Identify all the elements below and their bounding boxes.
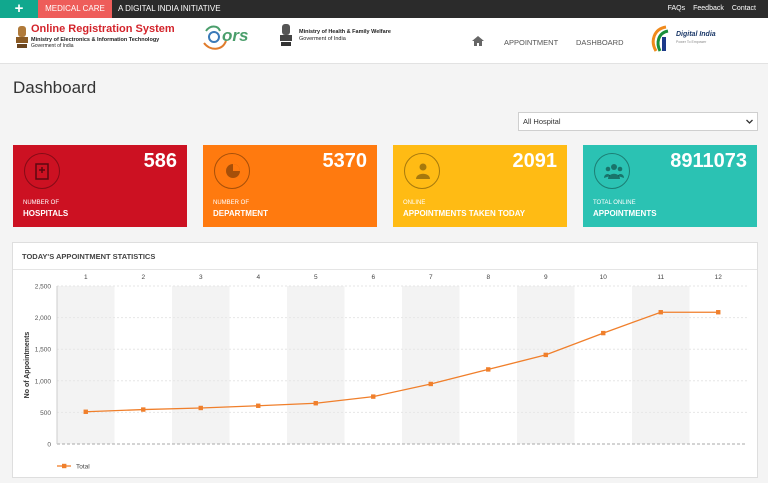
medical-care-label[interactable]: MEDICAL CARE [38, 0, 112, 18]
department-label: DEPARTMENT [213, 209, 268, 218]
legend-label: Total [76, 464, 90, 471]
x-tick-label: 2 [141, 274, 145, 281]
y-tick-label: 500 [40, 410, 51, 417]
x-tick-label: 6 [371, 274, 375, 281]
total-appointments-card: 8911073 TOTAL ONLINE APPOINTMENTS [583, 145, 757, 227]
total-appointments-label: APPOINTMENTS [593, 209, 657, 218]
panel-header: TODAY'S APPOINTMENT STATISTICS [13, 243, 757, 270]
department-label-top: NUMBER OF [213, 200, 249, 206]
ors-logo-text: ors [222, 26, 249, 45]
hospitals-card: 586 NUMBER OF HOSPITALS [13, 145, 187, 227]
data-point [658, 310, 663, 315]
appointments-line-chart: 0 500 1,000 1,500 2,000 2,500 No of Appointmen… [24, 274, 747, 471]
legend-marker [62, 463, 67, 469]
x-tick-label: 9 [544, 274, 548, 281]
top-bar: + MEDICAL CARE A DIGITAL INDIA INITIATIV… [0, 0, 768, 18]
data-point [313, 401, 318, 406]
hospitals-label: HOSPITALS [23, 209, 69, 218]
plot-band [57, 286, 115, 444]
data-point [716, 310, 721, 315]
appointments-today-count: 2091 [512, 150, 558, 172]
appointment-statistics-panel: TODAY'S APPOINTMENT STATISTICS 0 500 1,000… [12, 242, 758, 478]
x-tick-label: 8 [486, 274, 490, 281]
data-point [83, 409, 88, 414]
appointments-today-label-top: ONLINE [403, 200, 426, 206]
hospital-select[interactable]: All Hospital [518, 112, 758, 131]
digital-india-tagline: Power To Empower [676, 40, 707, 44]
department-card: 5370 NUMBER OF DEPARTMENT [203, 145, 377, 227]
x-tick-label: 10 [600, 274, 608, 281]
plot-band [402, 286, 460, 444]
data-point [141, 407, 146, 412]
y-tick-label: 2,000 [35, 315, 52, 322]
plot-band [287, 286, 345, 444]
digital-india-logo-icon[interactable] [650, 23, 730, 55]
data-point [428, 381, 433, 387]
appointments-today-card: 2091 ONLINE APPOINTMENTS TAKEN TODAY [393, 145, 567, 227]
x-tick-label: 7 [429, 274, 433, 281]
x-tick-label: 5 [314, 274, 318, 281]
doctor-icon [404, 153, 440, 189]
data-point [486, 367, 491, 372]
plot-band [632, 286, 690, 444]
hospital-icon [24, 153, 60, 189]
contact-link[interactable]: Contact [732, 0, 756, 18]
x-tick-label: 1 [84, 274, 88, 281]
y-tick-label: 0 [47, 442, 51, 449]
y-tick-label: 2,500 [35, 284, 52, 291]
ors-subtitle-2: Goverment of India [31, 43, 74, 49]
digital-india-initiative-label: A DIGITAL INDIA INITIATIVE [118, 4, 221, 13]
feedback-link[interactable]: Feedback [693, 0, 724, 18]
mohfw-subtitle: Goverment of India [299, 36, 346, 42]
y-tick-label: 1,000 [35, 378, 52, 385]
data-point [601, 330, 606, 336]
medical-plus-icon: + [0, 0, 38, 18]
ors-title[interactable]: Online Registration System [31, 23, 175, 35]
data-point [256, 403, 261, 408]
faqs-link[interactable]: FAQs [668, 0, 686, 18]
chevron-down-icon [746, 119, 753, 124]
department-count: 5370 [322, 150, 368, 172]
data-point [371, 394, 376, 399]
nav-appointment-link[interactable]: APPOINTMENT [504, 38, 558, 47]
plot-band [517, 286, 575, 444]
hospitals-label-top: NUMBER OF [23, 200, 59, 206]
mohfw-emblem-icon [280, 24, 292, 46]
data-point [198, 405, 203, 411]
national-emblem-icon [16, 26, 28, 48]
x-tick-label: 4 [256, 274, 260, 281]
mohfw-title: Ministry of Health & Family Welfare [299, 29, 391, 35]
site-header: Online Registration System Ministry of E… [0, 18, 768, 64]
x-tick-label: 12 [715, 274, 723, 281]
x-tick-label: 3 [199, 274, 203, 281]
home-icon[interactable] [472, 36, 484, 46]
plot-band [172, 286, 230, 444]
y-axis-title: No of Appointments [24, 332, 31, 399]
users-icon [594, 153, 630, 189]
hospital-select-value: All Hospital [523, 117, 561, 126]
total-appointments-label-top: TOTAL ONLINE [593, 200, 636, 206]
hospitals-count: 586 [143, 150, 177, 172]
nav-dashboard-link[interactable]: DASHBOARD [576, 38, 624, 47]
total-appointments-count: 8911073 [670, 150, 747, 172]
data-point [543, 352, 548, 358]
panel-title: TODAY'S APPOINTMENT STATISTICS [22, 252, 156, 261]
top-links: FAQs Feedback Contact [668, 0, 756, 18]
digital-india-title: Digital India [676, 31, 716, 38]
appointments-today-label: APPOINTMENTS TAKEN TODAY [403, 209, 526, 218]
x-tick-label: 11 [657, 274, 664, 281]
pie-chart-icon [214, 153, 250, 189]
page-title: Dashboard [13, 78, 97, 97]
y-tick-label: 1,500 [35, 347, 52, 354]
